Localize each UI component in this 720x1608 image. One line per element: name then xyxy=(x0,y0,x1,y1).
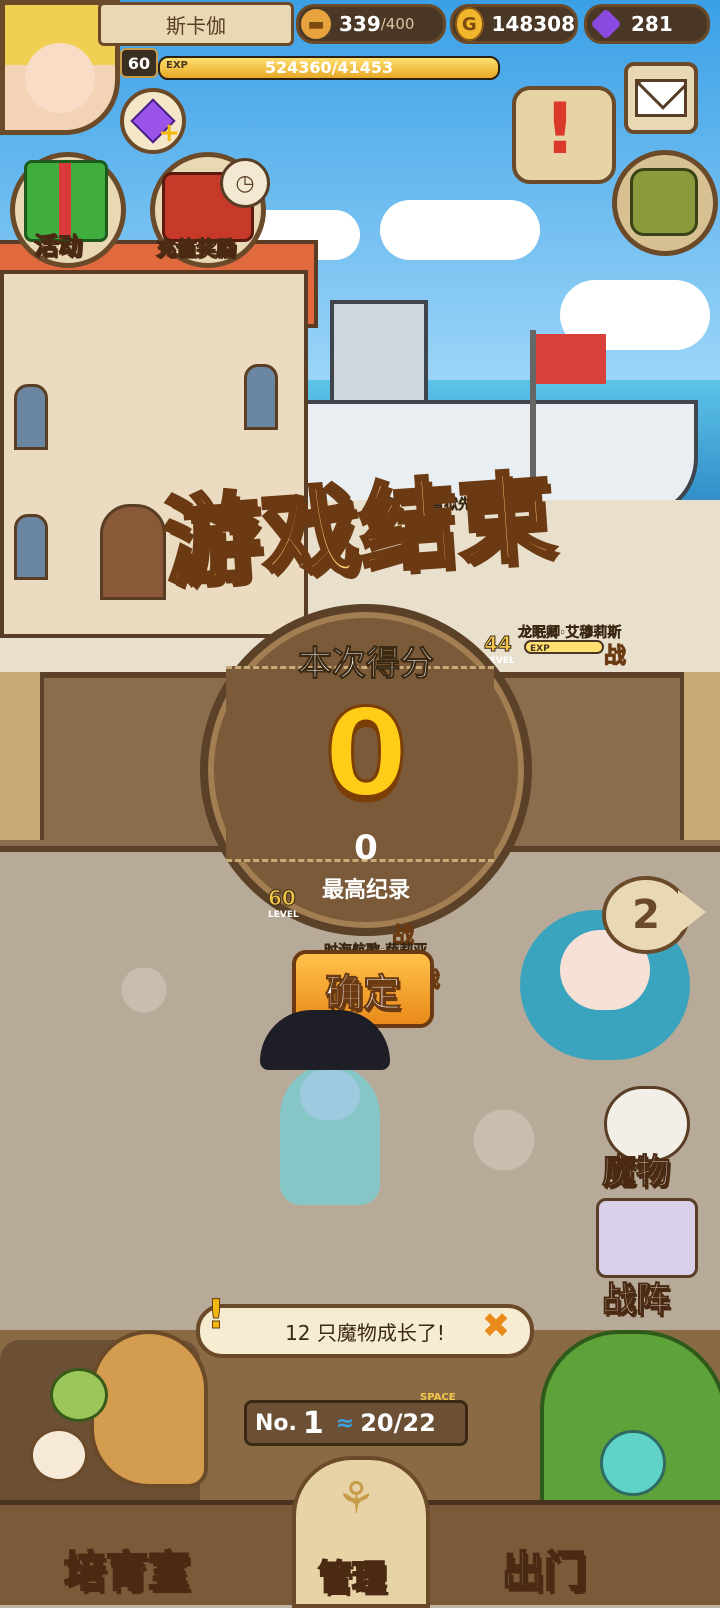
manage-label: 管理 xyxy=(317,1557,387,1599)
bread-icon: ▬ xyxy=(301,9,331,39)
stamina-max: /400 xyxy=(380,15,415,33)
portal-icon xyxy=(600,1430,666,1496)
monster-egg[interactable] xyxy=(50,1368,108,1422)
pirate-character[interactable] xyxy=(220,1010,440,1210)
space-icon: ≈ xyxy=(335,1410,355,1436)
current-score-value: 0 xyxy=(323,684,410,826)
buy-gems-button[interactable]: + xyxy=(120,88,186,154)
nursery-button[interactable]: 培育室 xyxy=(63,1538,191,1599)
character-level: 60 xyxy=(268,886,297,911)
mail-button[interactable] xyxy=(624,62,698,134)
character-exp-bar: EXP xyxy=(524,640,604,654)
keys-icon: ⚘ xyxy=(336,1473,376,1524)
current-score-label: 本次得分 xyxy=(298,644,435,685)
exp-bar: EXP 524360/41453 xyxy=(158,56,500,80)
formation-icon xyxy=(596,1198,698,1278)
red-flag xyxy=(536,334,606,384)
rank-value: 1 xyxy=(302,1405,324,1441)
gem-icon xyxy=(590,8,622,40)
space-label: SPACE xyxy=(420,1392,456,1403)
player-level-badge: 60 xyxy=(120,48,158,78)
banner-edge-left xyxy=(0,672,44,840)
gold-counter[interactable]: G 148308 xyxy=(450,4,578,44)
monster-label: 魔物 xyxy=(602,1152,671,1193)
arrow-right-icon xyxy=(678,890,706,934)
monster-egg[interactable] xyxy=(30,1428,88,1482)
backpack-icon xyxy=(630,168,698,236)
envelope-icon xyxy=(635,79,687,117)
best-score-label: 最高纪录 xyxy=(321,878,410,903)
rank-label: No. xyxy=(255,1410,297,1436)
forest-tree xyxy=(540,1330,720,1528)
player-name: 斯卡伽 xyxy=(98,2,294,46)
notification-text: 12 只魔物成长了! xyxy=(285,1320,445,1345)
recharge-reward-label: 充值奖励 xyxy=(156,236,237,261)
exp-text: 524360/41453 xyxy=(264,58,394,77)
stamina-value: 339 xyxy=(339,12,381,36)
exclamation-icon: ! xyxy=(206,1292,226,1339)
banner-edge-right xyxy=(680,672,720,840)
go-out-button[interactable]: 出门 xyxy=(501,1538,587,1599)
clock-icon: ◷ xyxy=(220,158,270,208)
fox-tail-decoration xyxy=(90,1330,208,1488)
stamina-counter[interactable]: ▬ 339 /400 xyxy=(296,4,446,44)
building-window xyxy=(244,364,278,430)
formation-label: 战阵 xyxy=(602,1280,671,1321)
plus-icon: + xyxy=(158,118,180,148)
monster-counter: No. 1 ≈ 20/22 xyxy=(244,1400,468,1446)
character-level-tag: LEVEL xyxy=(268,910,299,920)
building-window xyxy=(14,514,48,580)
page-2-button[interactable]: 2 xyxy=(602,876,690,954)
best-score-value: 0 xyxy=(354,828,378,868)
cloud xyxy=(380,200,540,260)
exclamation-icon: ! xyxy=(544,88,576,170)
space-value: 20/22 xyxy=(360,1409,436,1437)
gold-value: 148308 xyxy=(491,12,576,36)
gold-coin-icon: G xyxy=(455,7,484,41)
close-icon[interactable]: ✖ xyxy=(478,1308,514,1344)
building-window xyxy=(14,384,48,450)
gem-value: 281 xyxy=(631,12,673,36)
gem-counter[interactable]: 281 xyxy=(584,4,710,44)
event-label: 活动 xyxy=(34,232,83,261)
fight-badge[interactable]: 战 xyxy=(603,638,626,670)
